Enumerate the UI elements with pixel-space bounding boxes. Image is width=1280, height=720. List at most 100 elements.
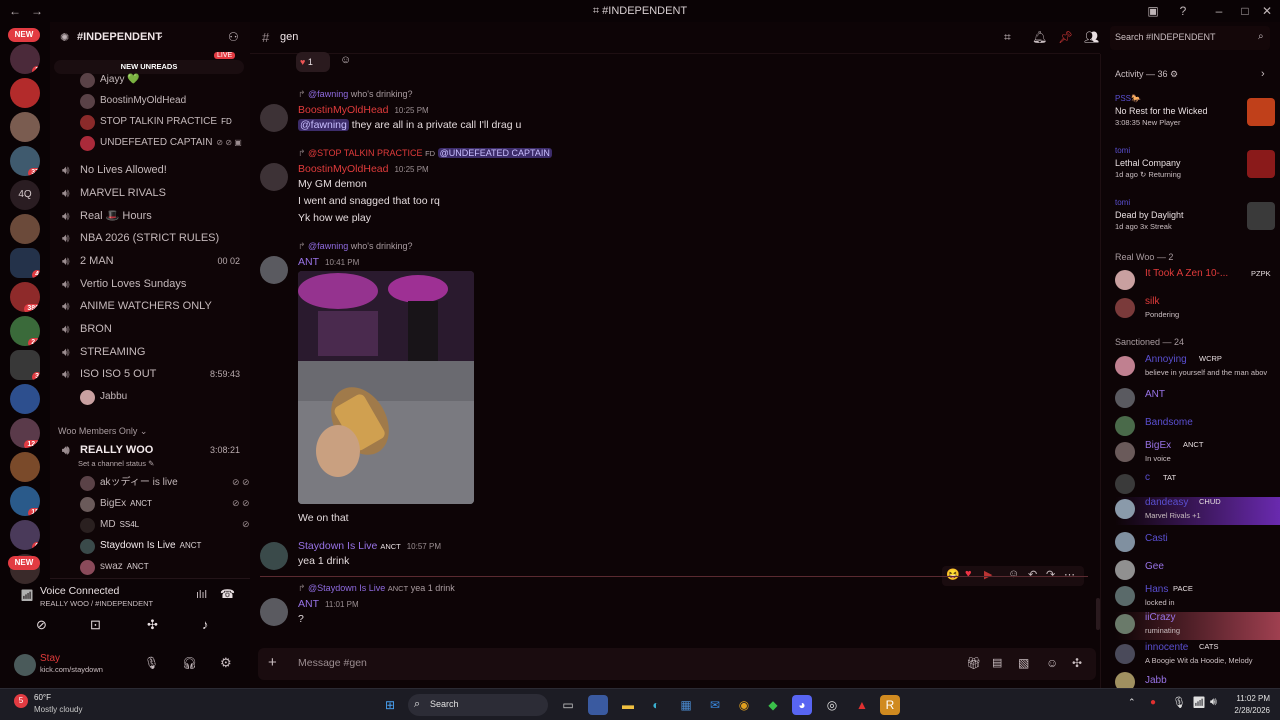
server-icon-4q[interactable]: 4Q <box>10 180 40 210</box>
microphone-icon[interactable]: 🎙︎ <box>1172 696 1186 709</box>
weather-desc[interactable]: Mostly cloudy <box>34 705 82 714</box>
file-explorer-icon[interactable]: ▬ <box>618 695 638 715</box>
server-icon[interactable]: 24 <box>10 316 40 346</box>
avatar[interactable] <box>260 256 288 284</box>
member[interactable]: It Took A Zen 10-... PZPK <box>1115 268 1280 296</box>
voice-channel-active[interactable]: 🔊︎ REALLY WOO 3:08:21 <box>58 440 246 460</box>
author-name[interactable]: BoostinMyOldHead 10:25 PM <box>298 104 429 116</box>
voice-channel[interactable]: 🔊︎ ISO ISO 5 OUT 8:59:43 <box>58 364 246 384</box>
new-pill[interactable]: NEW <box>8 28 40 42</box>
chevron-up-icon[interactable]: ⌃ <box>1128 697 1136 708</box>
activity-card[interactable]: tomi Dead by Daylight 1d ago 3x Streak <box>1115 198 1275 240</box>
emoji-icon[interactable]: ☺ <box>1046 656 1058 670</box>
reply-preview[interactable]: ↱ @fawning who's drinking? <box>298 89 413 100</box>
wifi-icon[interactable]: 📶︎ <box>1192 696 1206 709</box>
heart-react-icon[interactable]: ♥ <box>965 568 972 580</box>
server-header[interactable]: ✺ #INDEPENDENT ⌄ ⚇ <box>50 22 250 54</box>
voice-user[interactable]: STOP TALKIN PRACTICE FD <box>80 112 232 132</box>
soundboard-icon[interactable]: ♪ <box>202 617 209 632</box>
member[interactable]: dandeasy CHUD Marvel Rivals +1 <box>1115 497 1280 525</box>
image-attachment[interactable] <box>298 271 474 504</box>
outlook-icon[interactable]: ✉ <box>705 695 725 715</box>
minimize-icon[interactable]: – <box>1212 4 1226 18</box>
chrome-icon[interactable]: ◉ <box>734 695 754 715</box>
member[interactable]: silk Pondering <box>1115 296 1280 324</box>
inbox-icon[interactable]: ▣ <box>1146 4 1160 18</box>
voice-status[interactable]: Voice Connected <box>40 585 119 597</box>
connection-icon[interactable]: 📶︎ <box>20 589 34 602</box>
voice-channel[interactable]: 🔊︎ Real 🎩 Hours <box>58 206 246 226</box>
server-icon[interactable]: 6 <box>10 520 40 550</box>
author-name[interactable]: ANT 10:41 PM <box>298 256 359 268</box>
voice-channel[interactable]: 🔊︎ NBA 2026 (STRICT RULES) <box>58 228 246 248</box>
start-icon[interactable]: ⊞ <box>380 695 400 715</box>
custom-status[interactable]: kick.com/staydown <box>40 665 103 674</box>
avatar[interactable] <box>260 598 288 626</box>
more-icon[interactable]: ⋯ <box>1064 568 1075 581</box>
help-icon[interactable]: ? <box>1176 4 1190 18</box>
server-icon[interactable]: 380 <box>10 282 40 312</box>
channel-status[interactable]: Set a channel status ✎ <box>78 459 154 468</box>
username[interactable]: Stay <box>40 653 60 664</box>
member[interactable]: Casti <box>1115 530 1280 558</box>
voice-channel[interactable]: 🔊︎ 2 MAN 00 02 <box>58 251 246 271</box>
voice-user[interactable]: akッディー is live <box>80 473 178 493</box>
bell-icon[interactable]: 🔔︎ <box>1032 30 1047 44</box>
task-view-icon[interactable]: ▭ <box>558 695 578 715</box>
close-icon[interactable]: ✕ <box>1260 4 1274 18</box>
avatar[interactable] <box>260 163 288 191</box>
voice-user[interactable]: BoostinMyOldHead <box>80 91 186 111</box>
member[interactable]: iiCrazy ruminating <box>1115 612 1280 640</box>
search-input[interactable]: Search #INDEPENDENT ⌕ <box>1110 26 1270 50</box>
chevron-right-icon[interactable]: › <box>1261 68 1265 80</box>
message-input[interactable]: Message #gen <box>298 657 367 669</box>
voice-user[interactable]: swaz ANCT <box>80 557 149 577</box>
maximize-icon[interactable]: □ <box>1238 4 1252 18</box>
member[interactable]: ANT <box>1115 386 1280 414</box>
microphone-icon[interactable]: 🎙︎ <box>144 656 159 670</box>
author-name[interactable]: ANT 11:01 PM <box>298 598 359 610</box>
author-name[interactable]: BoostinMyOldHead 10:25 PM <box>298 163 429 175</box>
app-icon[interactable] <box>588 695 608 715</box>
category-header[interactable]: Woo Members Only ⌄ <box>58 426 147 437</box>
user-mention[interactable]: @fawning <box>298 119 349 131</box>
server-icon[interactable] <box>10 112 40 142</box>
noise-suppression-icon[interactable]: ılıl <box>196 589 207 601</box>
server-icon[interactable]: 4 <box>10 248 40 278</box>
avatar[interactable] <box>260 104 288 132</box>
server-icon[interactable]: 3 <box>10 350 40 380</box>
member[interactable]: Gee <box>1115 558 1280 586</box>
app-icon[interactable]: ◆ <box>763 695 783 715</box>
voice-user[interactable]: BigEx ANCT <box>80 494 152 514</box>
activity-header[interactable]: Activity — 36 ⚙ <box>1115 69 1178 80</box>
server-icon[interactable] <box>10 384 40 414</box>
steam-icon[interactable]: ◎ <box>822 695 842 715</box>
emoji-react-icon[interactable]: 😆 <box>946 568 960 581</box>
member[interactable]: BigEx ANCT In voice <box>1115 440 1280 468</box>
voice-location[interactable]: REALLY WOO / #INDEPENDENT <box>40 599 153 608</box>
activity-card[interactable]: tomi Lethal Company 1d ago ↻ Returning <box>1115 146 1275 188</box>
avatar[interactable] <box>14 654 36 676</box>
tray-icon[interactable]: ● <box>1150 697 1156 708</box>
discord-icon[interactable]: ◕ <box>792 695 812 715</box>
voice-user[interactable]: UNDEFEATED CAPTAIN ⊘ ⊘ ▣ <box>80 133 242 153</box>
message-composer[interactable]: + Message #gen 🎁︎ ▤ ▧ ☺ ✣ <box>258 648 1096 680</box>
server-icon[interactable]: 124 <box>10 418 40 448</box>
reply-preview[interactable]: ↱ @fawning who's drinking? <box>298 241 413 252</box>
weather-alert-icon[interactable]: 5 <box>14 694 28 708</box>
member-list-icon[interactable]: 👥︎ <box>1084 30 1099 44</box>
voice-user[interactable]: Ajayy 💚 <box>80 70 140 90</box>
app-icon[interactable]: R <box>880 695 900 715</box>
voice-user[interactable]: Jabbu <box>80 387 127 407</box>
voice-channel[interactable]: 🔊︎ ANIME WATCHERS ONLY <box>58 296 246 316</box>
server-icon[interactable]: 37 <box>10 146 40 176</box>
voice-channel[interactable]: 🔊︎ No Lives Allowed! <box>58 160 246 180</box>
play-react-icon[interactable]: ▶ <box>984 568 992 581</box>
reaction[interactable]: ♥ 1 <box>296 52 330 72</box>
clock-time[interactable]: 11:02 PM <box>1226 694 1270 703</box>
gif-icon[interactable]: ▤ <box>992 656 1002 669</box>
screenshare-icon[interactable]: ⊡ <box>90 617 101 633</box>
server-icon[interactable]: 15 <box>10 486 40 516</box>
camera-off-icon[interactable]: ⊘ <box>36 617 47 633</box>
voice-user-self[interactable]: Staydown Is Live ANCT <box>80 536 201 556</box>
